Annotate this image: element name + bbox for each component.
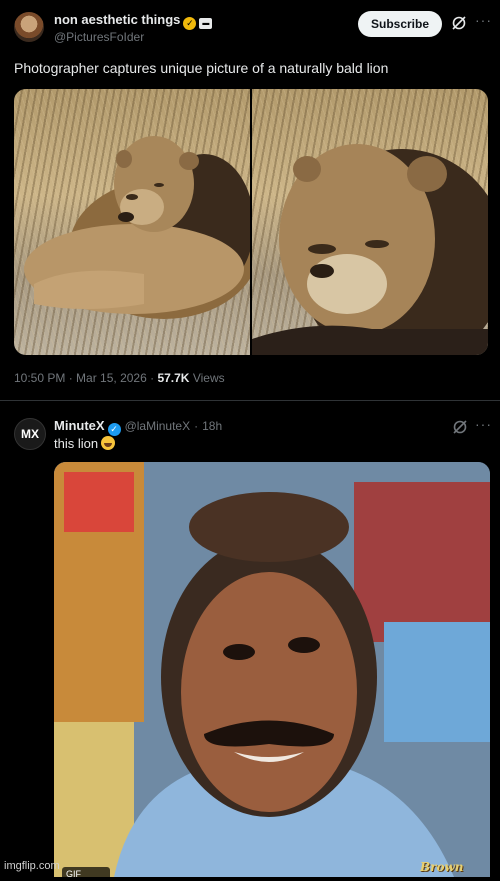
reply-text-content: this lion [54,436,99,451]
gif-caption: Brown [420,860,464,874]
divider [0,400,500,401]
lion-closeup-image [252,144,488,355]
laughing-emoji-icon [101,436,116,450]
imgflip-watermark: imgflip.com [4,860,60,872]
man-face-gif-image [54,462,490,877]
reply-author[interactable]: MinuteX ✓ @laMinuteX · 18h [54,418,222,436]
more-icon[interactable]: ··· [475,12,492,28]
author-display-name[interactable]: non aesthetic things [54,12,180,27]
author-name[interactable]: non aesthetic things ✓ ▬ [54,12,213,30]
grok-icon[interactable] [451,15,467,31]
views-label: Views [192,371,225,385]
author-avatar[interactable] [14,12,44,42]
post-time[interactable]: 10:50 PM [14,371,65,385]
avatar-text: MX [21,427,39,441]
subscribe-button[interactable]: Subscribe [358,11,442,37]
reply-separator: · [194,419,199,433]
views-count: 57.7K [157,371,190,385]
lion-photo-1[interactable] [14,89,250,355]
reply-gif[interactable] [54,462,490,877]
gif-badge: GIF [62,867,110,881]
post-date[interactable]: Mar 15, 2026 [76,371,147,385]
reply-display-name[interactable]: MinuteX [54,418,105,433]
reply-age[interactable]: 18h [202,419,222,433]
affiliate-badge-icon[interactable]: ▬ [199,18,213,29]
grok-icon[interactable] [452,419,468,435]
author-handle[interactable]: @PicturesFoIder [54,30,144,44]
post-text: Photographer captures unique picture of … [14,60,389,76]
lion-lying-image [24,136,250,319]
verified-badge-gold-icon[interactable]: ✓ [183,17,197,30]
verified-badge-blue-icon[interactable]: ✓ [107,423,121,436]
lion-photo-2[interactable] [252,89,488,355]
reply-handle[interactable]: @laMinuteX [125,419,191,433]
gif-badge-text: GIF [66,869,81,879]
reply-text: this lion [54,436,116,451]
more-icon[interactable]: ··· [475,416,492,432]
reply-avatar[interactable]: MX [14,418,46,450]
post-meta: 10:50 PM · Mar 15, 2026 · 57.7K Views [14,371,225,385]
